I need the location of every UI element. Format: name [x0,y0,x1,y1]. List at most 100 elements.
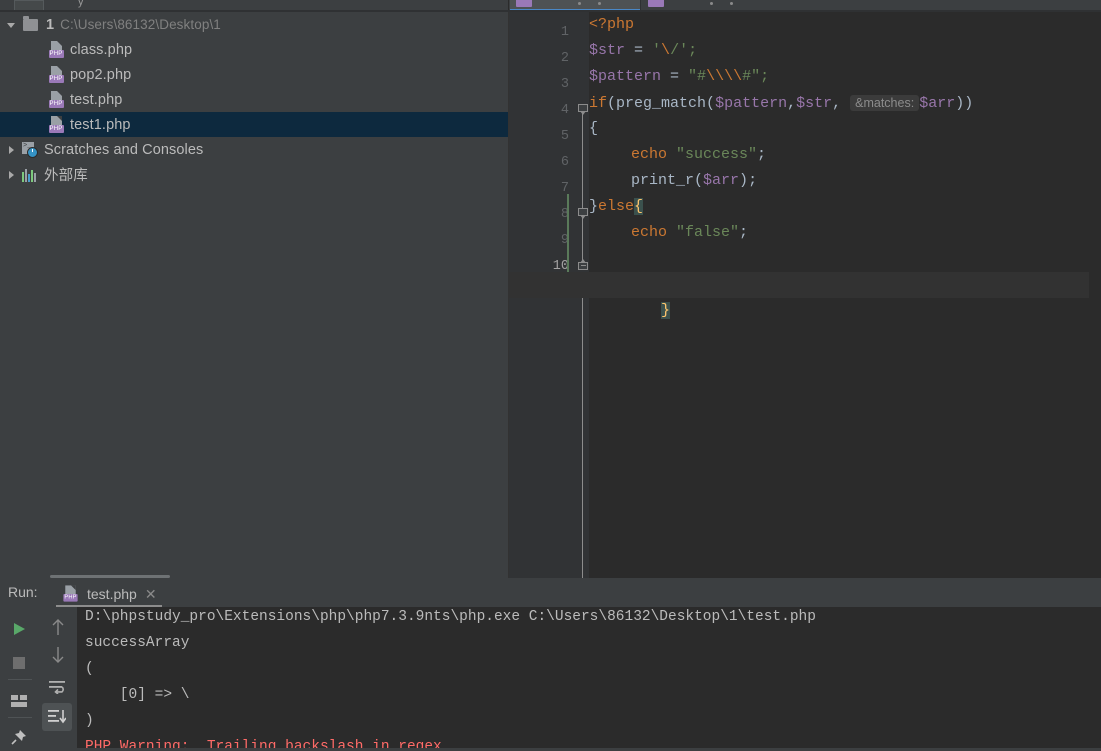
tree-node-label: class.php [70,41,133,58]
code-token: echo [631,224,668,241]
editor-marker-strip[interactable] [1089,12,1101,578]
tree-node-label: Scratches and Consoles [44,141,204,158]
tree-node-label: 1 [46,16,55,33]
php-file-icon: PHP [46,90,66,110]
line-number: 9 [560,233,569,248]
matched-brace: } [661,302,671,319]
tree-node-label: test.php [70,91,123,108]
code-line-8: }else{ [589,194,1101,220]
tree-node-label: pop2.php [70,66,132,83]
code-token: else [598,198,635,215]
console-line: [0] => \ [85,687,190,703]
tree-node-pop2-php[interactable]: PHP pop2.php [0,62,509,87]
code-line-7: print_r($arr); [589,168,1101,194]
line-number: 7 [560,181,569,196]
code-editor[interactable]: 1 2 3 4 5 6 7 8 9 10 <?php $str = '\/'; … [509,12,1101,578]
line-number: 6 [560,155,569,170]
run-toolbar-primary [0,607,40,748]
scratches-icon [20,140,40,160]
tree-node-scratches-and-consoles[interactable]: Scratches and Consoles [0,137,509,162]
tree-node-project-root[interactable]: 1 C:\Users\86132\Desktop\1 [0,12,509,37]
arrow-down-button[interactable] [44,641,72,669]
code-line-3: $pattern = "#\\\\#"; [589,64,1101,90]
code-token: "false" [676,224,740,241]
php-run-config-icon: PHP [61,584,79,604]
code-token: '; [679,42,698,59]
line-number: 3 [560,77,569,92]
fold-region-line [582,108,583,266]
code-line-1: <?php [589,12,1101,38]
code-token: $pattern [715,95,788,112]
run-tool-window: Run: PHP test.php ✕ D:\phpstudy_pro\Exte… [0,575,1101,748]
code-token: print_r [631,172,695,189]
code-token: " [688,68,698,85]
code-line-9: echo "false"; [589,220,1101,246]
rerun-button[interactable] [5,615,33,643]
line-number: 1 [560,25,569,40]
external-library-icon [20,165,40,185]
editor-tab-strip: y [0,0,1101,12]
ide-window: y 1 C:\Users\86132\Desktop\1 PHP class.p… [0,0,1101,748]
code-token: / [670,42,680,59]
php-file-icon: PHP [46,115,66,135]
fold-region-line [582,272,583,578]
code-token: ( [607,95,617,112]
tree-node-label: 外部库 [44,168,88,184]
run-console-output[interactable]: D:\phpstudy_pro\Extensions\php\php7.3.9n… [77,607,1101,748]
close-icon[interactable]: ✕ [145,587,157,601]
code-token: "success" [676,146,758,163]
chevron-right-icon[interactable] [2,145,20,155]
code-token: = [625,42,653,59]
run-tab-test-php[interactable]: PHP test.php ✕ [55,580,163,607]
code-token: $str [796,95,833,112]
code-token: } [589,198,599,215]
tree-node-path: C:\Users\86132\Desktop\1 [60,17,221,32]
tree-node-class-php[interactable]: PHP class.php [0,37,509,62]
fold-collapse-icon[interactable] [578,208,589,219]
caret-row-highlight [509,272,1101,298]
code-token: )) [955,95,974,112]
pin-button[interactable] [5,723,33,751]
project-tool-window: 1 C:\Users\86132\Desktop\1 PHP class.php… [0,12,509,578]
chevron-down-icon[interactable] [2,20,20,30]
code-token: ( [706,95,716,112]
fold-collapse-icon[interactable] [578,104,589,115]
code-token: $str [589,42,626,59]
code-token: "; [751,68,770,85]
console-line: ( [85,661,94,677]
tab-title-dot [598,2,601,5]
code-line-6: echo "success"; [589,142,1101,168]
console-line: successArray [85,635,190,651]
run-label: Run: [8,584,38,600]
code-token: # [742,68,752,85]
code-token: \ [661,42,671,59]
editor-code-area[interactable]: <?php $str = '\/'; $pattern = "#\\\\#"; … [509,12,1101,578]
code-token: ; [748,172,758,189]
tree-node-test-php[interactable]: PHP test.php [0,87,509,112]
tab-title-dot [710,2,713,5]
code-token: $pattern [589,68,662,85]
code-token: ; [757,146,767,163]
code-token: echo [631,146,668,163]
code-line-2: $str = '\/'; [589,38,1101,64]
code-line-5: { [589,116,1101,142]
code-line-4: if(preg_match($pattern,$str, &matches: $a… [589,90,1101,116]
code-token: , [787,95,797,112]
tab-title-dot [730,2,733,5]
scroll-to-end-button[interactable] [42,703,72,731]
code-token: \\ [706,68,725,85]
php-file-icon: PHP [46,40,66,60]
stop-button[interactable] [5,649,33,677]
tab-title-dot [578,2,581,5]
tree-node-external-libraries[interactable]: 外部库 [0,162,509,187]
arrow-up-button[interactable] [44,613,72,641]
code-token: ) [739,172,749,189]
tree-node-test1-php[interactable]: PHP test1.php [0,112,509,137]
soft-wrap-button[interactable] [44,673,72,701]
chevron-right-icon[interactable] [2,170,20,180]
php-file-icon [648,0,664,7]
code-token: ( [694,172,704,189]
layout-button[interactable] [5,687,33,715]
code-token: preg_match [616,95,707,112]
php-file-icon [516,0,532,7]
